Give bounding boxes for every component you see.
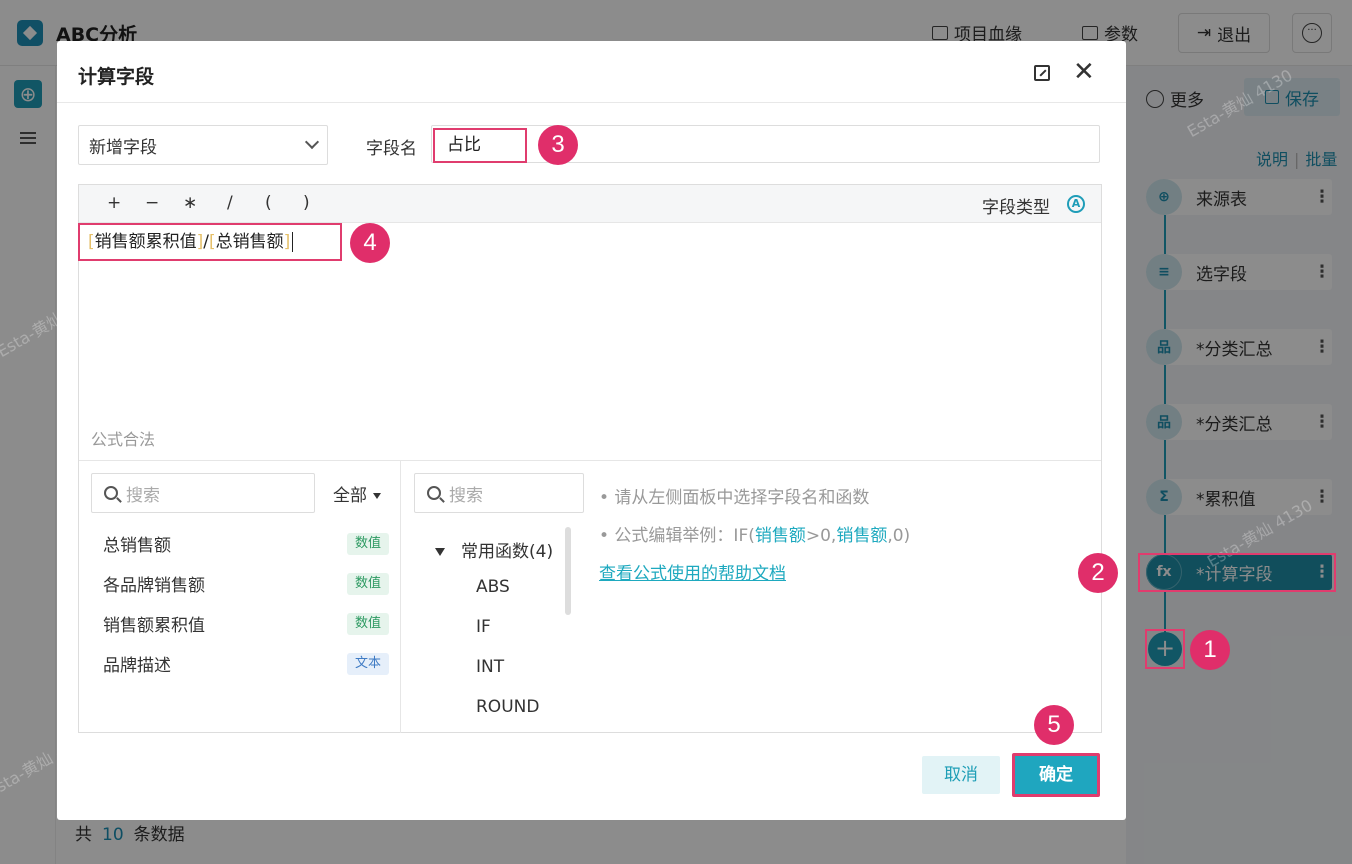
function-item-int[interactable]: INT xyxy=(476,657,504,677)
annotation-marker-5: 5 xyxy=(1034,705,1074,745)
plus-operator[interactable]: + xyxy=(107,193,121,213)
field-type-badge: 数值 xyxy=(346,613,389,635)
formula-editor: + − ∗ / ( ) 字段类型 A [销售额累积值]/[总销售额] 公式合法 … xyxy=(78,184,1102,733)
function-search-input[interactable]: 搜索 xyxy=(414,473,584,513)
field-item-name: 销售额累积值 xyxy=(103,616,205,636)
search-placeholder: 搜索 xyxy=(449,485,483,506)
field-item-cumulative-sales[interactable]: 销售额累积值 数值 xyxy=(103,611,389,636)
highlight-calc-step xyxy=(1138,553,1336,592)
close-paren-operator[interactable]: ) xyxy=(303,193,310,213)
field-type-label: 字段类型 xyxy=(982,198,1050,218)
search-icon xyxy=(427,486,441,500)
field-name-field[interactable] xyxy=(431,125,1100,163)
close-icon[interactable]: ✕ xyxy=(1073,59,1095,85)
confirm-button[interactable]: 确定 xyxy=(1012,753,1100,797)
hint-example-prefix: • 公式编辑举例：IF( xyxy=(599,526,755,546)
maximize-icon[interactable] xyxy=(1034,65,1050,81)
formula-field-1: 销售额累积值 xyxy=(94,232,197,252)
field-item-name: 各品牌销售额 xyxy=(103,576,205,596)
hint-example-mid: >0, xyxy=(805,526,837,546)
fields-pane: 搜索 全部 总销售额 数值 各品牌销售额 数值 销售额累积值 数值 品牌描述 文 xyxy=(79,461,401,733)
validation-status: 公式合法 xyxy=(91,430,156,449)
calc-field-dialog: 计算字段 ✕ 新增字段 字段名 占比 + − ∗ / ( ) 字段类型 A [销… xyxy=(57,41,1126,820)
field-mode-select[interactable]: 新增字段 xyxy=(78,125,328,165)
annotation-marker-2: 2 xyxy=(1078,553,1118,593)
editor-panels: 搜索 全部 总销售额 数值 各品牌销售额 数值 销售额累积值 数值 品牌描述 文 xyxy=(79,460,1101,733)
cancel-button[interactable]: 取消 xyxy=(922,756,1000,794)
open-paren-operator[interactable]: ( xyxy=(265,193,272,213)
field-item-brand-desc[interactable]: 品牌描述 文本 xyxy=(103,651,389,676)
scrollbar[interactable] xyxy=(565,527,571,615)
function-item-abs[interactable]: ABS xyxy=(476,577,510,597)
field-item-brand-sales[interactable]: 各品牌销售额 数值 xyxy=(103,571,389,596)
functions-pane: 搜索 常用函数(4) ABS IF INT ROUND xyxy=(401,461,591,733)
field-search-input[interactable]: 搜索 xyxy=(91,473,315,513)
help-doc-link[interactable]: 查看公式使用的帮助文档 xyxy=(599,559,786,584)
minus-operator[interactable]: − xyxy=(145,193,159,213)
chevron-down-icon xyxy=(304,134,320,150)
annotation-marker-3: 3 xyxy=(538,125,578,165)
function-item-round[interactable]: ROUND xyxy=(476,697,539,717)
annotation-marker-4: 4 xyxy=(350,223,390,263)
formula-input[interactable]: [销售额累积值]/[总销售额] xyxy=(78,223,342,261)
formula-field-2: 总销售额 xyxy=(215,232,284,252)
field-name-input[interactable]: 占比 xyxy=(433,128,527,163)
operator-toolbar: + − ∗ / ( ) 字段类型 A xyxy=(79,185,1101,223)
annotation-marker-1: 1 xyxy=(1190,630,1230,670)
search-placeholder: 搜索 xyxy=(126,485,160,506)
hint-pane: • 请从左侧面板中选择字段名和函数 • 公式编辑举例：IF(销售额>0,销售额,… xyxy=(599,461,1099,733)
dialog-divider xyxy=(57,102,1126,103)
function-group-common[interactable]: 常用函数(4) xyxy=(435,537,553,562)
search-icon xyxy=(104,486,118,500)
multiply-operator[interactable]: ∗ xyxy=(183,193,197,213)
hint-example-field: 销售额 xyxy=(754,526,806,546)
hint-example-field-2: 销售额 xyxy=(836,526,888,546)
field-type-badge: 文本 xyxy=(346,653,389,675)
dialog-title: 计算字段 xyxy=(78,66,155,88)
field-item-name: 品牌描述 xyxy=(103,656,171,676)
function-item-if[interactable]: IF xyxy=(476,617,491,637)
hint-example-suffix: ,0) xyxy=(887,526,911,546)
field-item-name: 总销售额 xyxy=(103,536,171,556)
field-mode-value: 新增字段 xyxy=(89,137,157,158)
field-type-icon[interactable]: A xyxy=(1067,195,1085,213)
field-type-filter[interactable]: 全部 xyxy=(333,481,381,506)
field-type-badge: 数值 xyxy=(346,573,389,595)
field-type-badge: 数值 xyxy=(346,533,389,555)
hint-example: • 公式编辑举例：IF(销售额>0,销售额,0) xyxy=(599,521,910,546)
hint-select: • 请从左侧面板中选择字段名和函数 xyxy=(599,488,870,508)
field-name-label: 字段名 xyxy=(366,139,417,159)
text-cursor xyxy=(292,232,294,252)
divide-operator[interactable]: / xyxy=(227,193,233,213)
highlight-add-step xyxy=(1145,629,1185,669)
field-item-total-sales[interactable]: 总销售额 数值 xyxy=(103,531,389,556)
